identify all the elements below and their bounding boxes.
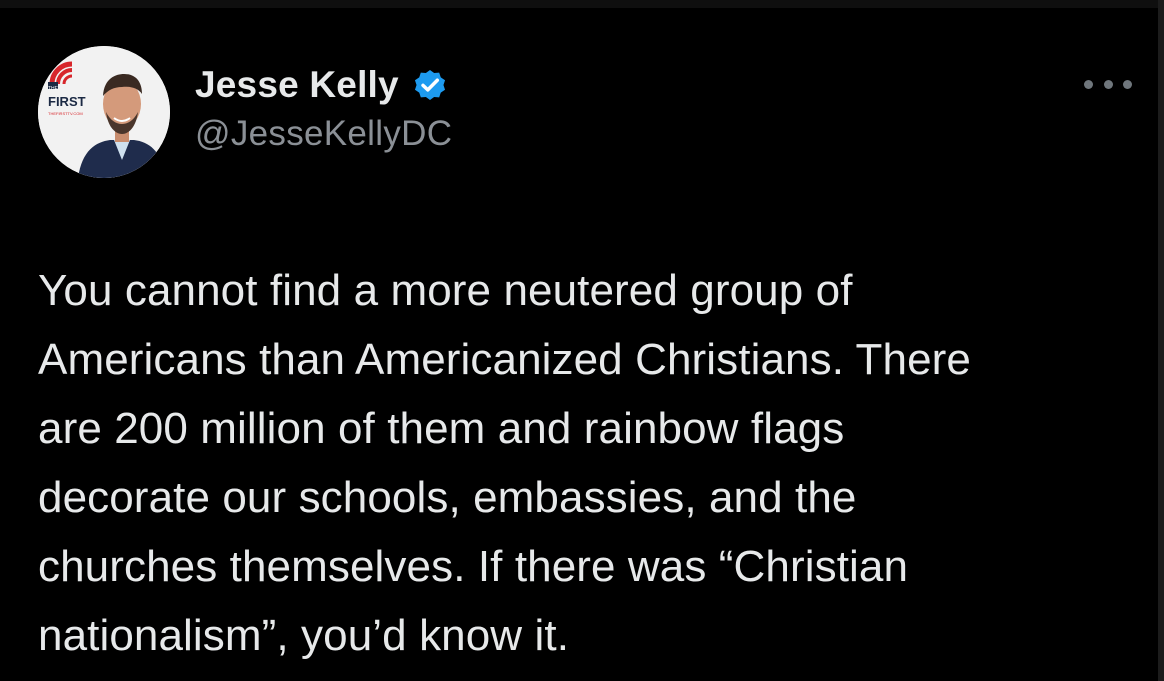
dot (1123, 79, 1132, 89)
tweet-line: churches themselves. If there was “Chris… (38, 542, 909, 591)
more-options-icon[interactable] (1084, 74, 1132, 94)
svg-text:THEFIRSTTV.COM: THEFIRSTTV.COM (48, 111, 83, 116)
tweet-card: FIRST THE THEFIRSTTV.COM Jesse Kelly @Je… (0, 0, 1158, 681)
tweet-line: You cannot find a more neutered group of (38, 266, 853, 315)
tweet-text: You cannot find a more neutered group of… (38, 256, 1138, 670)
author-block: Jesse Kelly @JesseKellyDC (195, 62, 452, 154)
display-name[interactable]: Jesse Kelly (195, 64, 399, 106)
tweet-line: decorate our schools, embassies, and the (38, 473, 857, 522)
user-handle[interactable]: @JesseKellyDC (195, 114, 452, 154)
tweet-line: are 200 million of them and rainbow flag… (38, 404, 845, 453)
badge-first-text: FIRST (48, 94, 86, 109)
tweet-line: Americans than Americanized Christians. … (38, 335, 971, 384)
verified-badge-icon (411, 66, 449, 104)
tweet-line: nationalism”, you’d know it. (38, 611, 570, 660)
scrollbar-edge (1158, 0, 1164, 681)
dot (1103, 79, 1113, 89)
name-row: Jesse Kelly (195, 62, 452, 108)
dot (1084, 79, 1093, 89)
avatar[interactable]: FIRST THE THEFIRSTTV.COM (38, 46, 170, 178)
avatar-image: FIRST THE THEFIRSTTV.COM (38, 46, 170, 178)
svg-text:THE: THE (48, 86, 59, 92)
